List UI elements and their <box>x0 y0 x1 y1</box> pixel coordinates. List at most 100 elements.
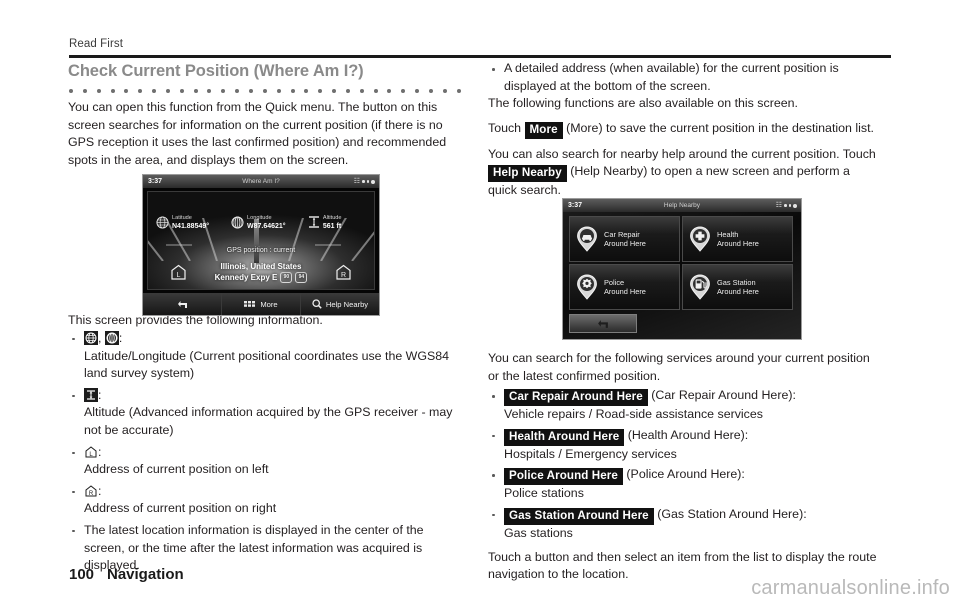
altitude-value: 561 ft <box>322 222 342 230</box>
whereami-more-label: More <box>260 299 278 309</box>
route-shield-1: 90 <box>280 272 293 283</box>
gps-signal-icon: ☷ <box>353 178 360 185</box>
current-street-label: Kennedy Expy E <box>214 273 278 282</box>
latitude-cell: Latitude N41.88549° <box>156 214 231 231</box>
tile-health[interactable]: Health Around Here <box>682 216 793 262</box>
service-gas-station: Gas Station Around Here (Gas Station Aro… <box>488 506 880 543</box>
bullet-latlong: , : Latitude/Longitude (Current position… <box>68 330 460 383</box>
bullet-latlong-text: Latitude/Longitude (Current positional c… <box>84 348 450 381</box>
help-nearby-paragraph: You can also search for nearby help arou… <box>488 146 880 200</box>
helpnearby-status-icons: ☷ <box>776 199 797 212</box>
gas-station-desc: Gas stations <box>504 525 573 540</box>
more-button-chip[interactable]: More <box>524 121 563 139</box>
tile-gas-station-line2: Around Here <box>717 287 759 296</box>
whereami-more-button[interactable]: More <box>222 293 301 315</box>
whereami-back-button[interactable] <box>143 293 222 315</box>
helpnearby-tile-grid: Car Repair Around Here Health Around Her… <box>569 216 793 310</box>
page-section-name: Navigation <box>107 566 184 583</box>
health-pin-icon <box>689 226 711 252</box>
globe-longitude-icon <box>231 215 244 229</box>
functions-paragraph: The following functions are also availab… <box>488 96 798 111</box>
tile-car-repair-text: Car Repair Around Here <box>604 230 646 249</box>
globe-longitude-icon <box>104 330 119 345</box>
latitude-label: Latitude <box>172 214 192 221</box>
whereami-footer-bar: More Help Nearby <box>143 293 379 315</box>
health-desc: Hospitals / Emergency services <box>504 446 677 461</box>
more-paragraph-post: (More) to save the current position in t… <box>566 120 874 135</box>
altitude-icon <box>308 215 320 229</box>
gas-station-paren: (Gas Station Around Here): <box>657 506 807 521</box>
whereami-help-nearby-label: Help Nearby <box>325 299 369 309</box>
tile-gas-station[interactable]: Gas Station Around Here <box>682 264 793 310</box>
back-arrow-icon <box>177 300 187 308</box>
health-paren: (Health Around Here): <box>627 427 749 442</box>
altitude-cell: Altitude 561 ft <box>308 214 366 231</box>
bullet-address-left: L : Address of current position on left <box>68 444 460 479</box>
tile-police[interactable]: Police Around Here <box>569 264 680 310</box>
whereami-body: Latitude N41.88549° Longitude W87.64621°… <box>143 188 379 293</box>
car-repair-chip[interactable]: Car Repair Around Here <box>504 389 648 407</box>
car-repair-desc: Vehicle repairs / Road-side assistance s… <box>504 407 763 422</box>
grid-menu-icon <box>244 300 256 307</box>
tile-car-repair[interactable]: Car Repair Around Here <box>569 216 680 262</box>
tile-car-repair-line2: Around Here <box>604 239 646 248</box>
current-place-label: Illinois, United States <box>220 262 302 271</box>
page-number: 100 <box>69 566 95 583</box>
longitude-label: Longitude <box>247 214 272 221</box>
whereami-road-view: Latitude N41.88549° Longitude W87.64621°… <box>147 191 375 290</box>
bullet-address-right: R : Address of current position on right <box>68 483 460 518</box>
bullet-address-left-text: Address of current position on left <box>84 462 269 477</box>
helpnearby-screen-title: Help Nearby <box>663 202 701 209</box>
help-nearby-pre: You can also search for nearby help arou… <box>488 146 876 161</box>
globe-latitude-icon <box>156 215 169 229</box>
gas-station-pin-icon <box>689 274 711 300</box>
globe-latitude-icon <box>84 330 98 345</box>
manual-page: Read First Check Current Position (Where… <box>0 0 960 611</box>
car-repair-pin-icon <box>576 226 598 252</box>
page-title: Check Current Position (Where Am I?) <box>68 62 364 80</box>
screenshot-help-nearby: 3:37 Help Nearby ☷ Car Repair Around Her… <box>562 198 802 340</box>
service-car-repair: Car Repair Around Here (Car Repair Aroun… <box>488 387 880 424</box>
current-street-row: Kennedy Expy E 90 94 <box>148 272 374 283</box>
latitude-value: N41.88549° <box>172 222 210 230</box>
helpnearby-body: Car Repair Around Here Health Around Her… <box>563 212 801 339</box>
tile-car-repair-line1: Car Repair <box>604 229 640 239</box>
gps-signal-icon: ☷ <box>775 202 782 209</box>
more-paragraph-pre: Touch <box>488 120 522 135</box>
right-top-bullets: A detailed address (when available) for … <box>488 60 880 95</box>
bullet-latlong-colon: : <box>118 330 123 345</box>
tile-police-line1: Police <box>604 277 625 287</box>
service-health: Health Around Here (Health Around Here):… <box>488 427 880 464</box>
tile-gas-station-text: Gas Station Around Here <box>717 278 759 297</box>
bullet-detailed-address: A detailed address (when available) for … <box>488 60 880 95</box>
tile-health-line2: Around Here <box>717 239 759 248</box>
whereami-status-icons: ☷ <box>354 175 375 188</box>
running-head: Read First <box>69 38 124 50</box>
bullet-altitude: : Altitude (Advanced information acquire… <box>68 387 460 440</box>
helpnearby-back-button[interactable] <box>569 314 637 333</box>
health-chip[interactable]: Health Around Here <box>504 428 625 446</box>
longitude-cell: Longitude W87.64621° <box>231 214 308 231</box>
tile-police-line2: Around Here <box>604 287 646 296</box>
title-dot-divider <box>69 86 461 95</box>
gps-position-overlay: GPS position : current <box>226 247 296 254</box>
police-pin-icon <box>576 274 598 300</box>
bullet-detailed-address-text: A detailed address (when available) for … <box>504 61 839 93</box>
bullet-address-left-colon: : <box>98 444 102 459</box>
police-chip[interactable]: Police Around Here <box>504 468 623 486</box>
whereami-help-nearby-button[interactable]: Help Nearby <box>301 293 379 315</box>
altitude-icon <box>84 387 98 402</box>
altitude-label: Altitude <box>322 214 342 221</box>
bullet-address-right-text: Address of current position on right <box>84 501 277 516</box>
screen-info-bullets: , : Latitude/Longitude (Current position… <box>68 330 460 575</box>
gas-station-chip[interactable]: Gas Station Around Here <box>504 507 654 525</box>
whereami-screen-title: Where Am I? <box>242 178 280 185</box>
services-bullets: Car Repair Around Here (Car Repair Aroun… <box>488 387 880 542</box>
route-shield-2: 94 <box>295 272 308 283</box>
screenshot-where-am-i: 3:37 Where Am I? ☷ Latitude N41.88549° L… <box>142 174 380 316</box>
help-nearby-button-chip[interactable]: Help Nearby <box>488 165 567 183</box>
house-right-icon: R <box>84 484 98 498</box>
site-watermark: carmanualsonline.info <box>751 577 950 599</box>
house-left-icon: L <box>84 445 98 459</box>
police-paren: (Police Around Here): <box>626 467 745 482</box>
